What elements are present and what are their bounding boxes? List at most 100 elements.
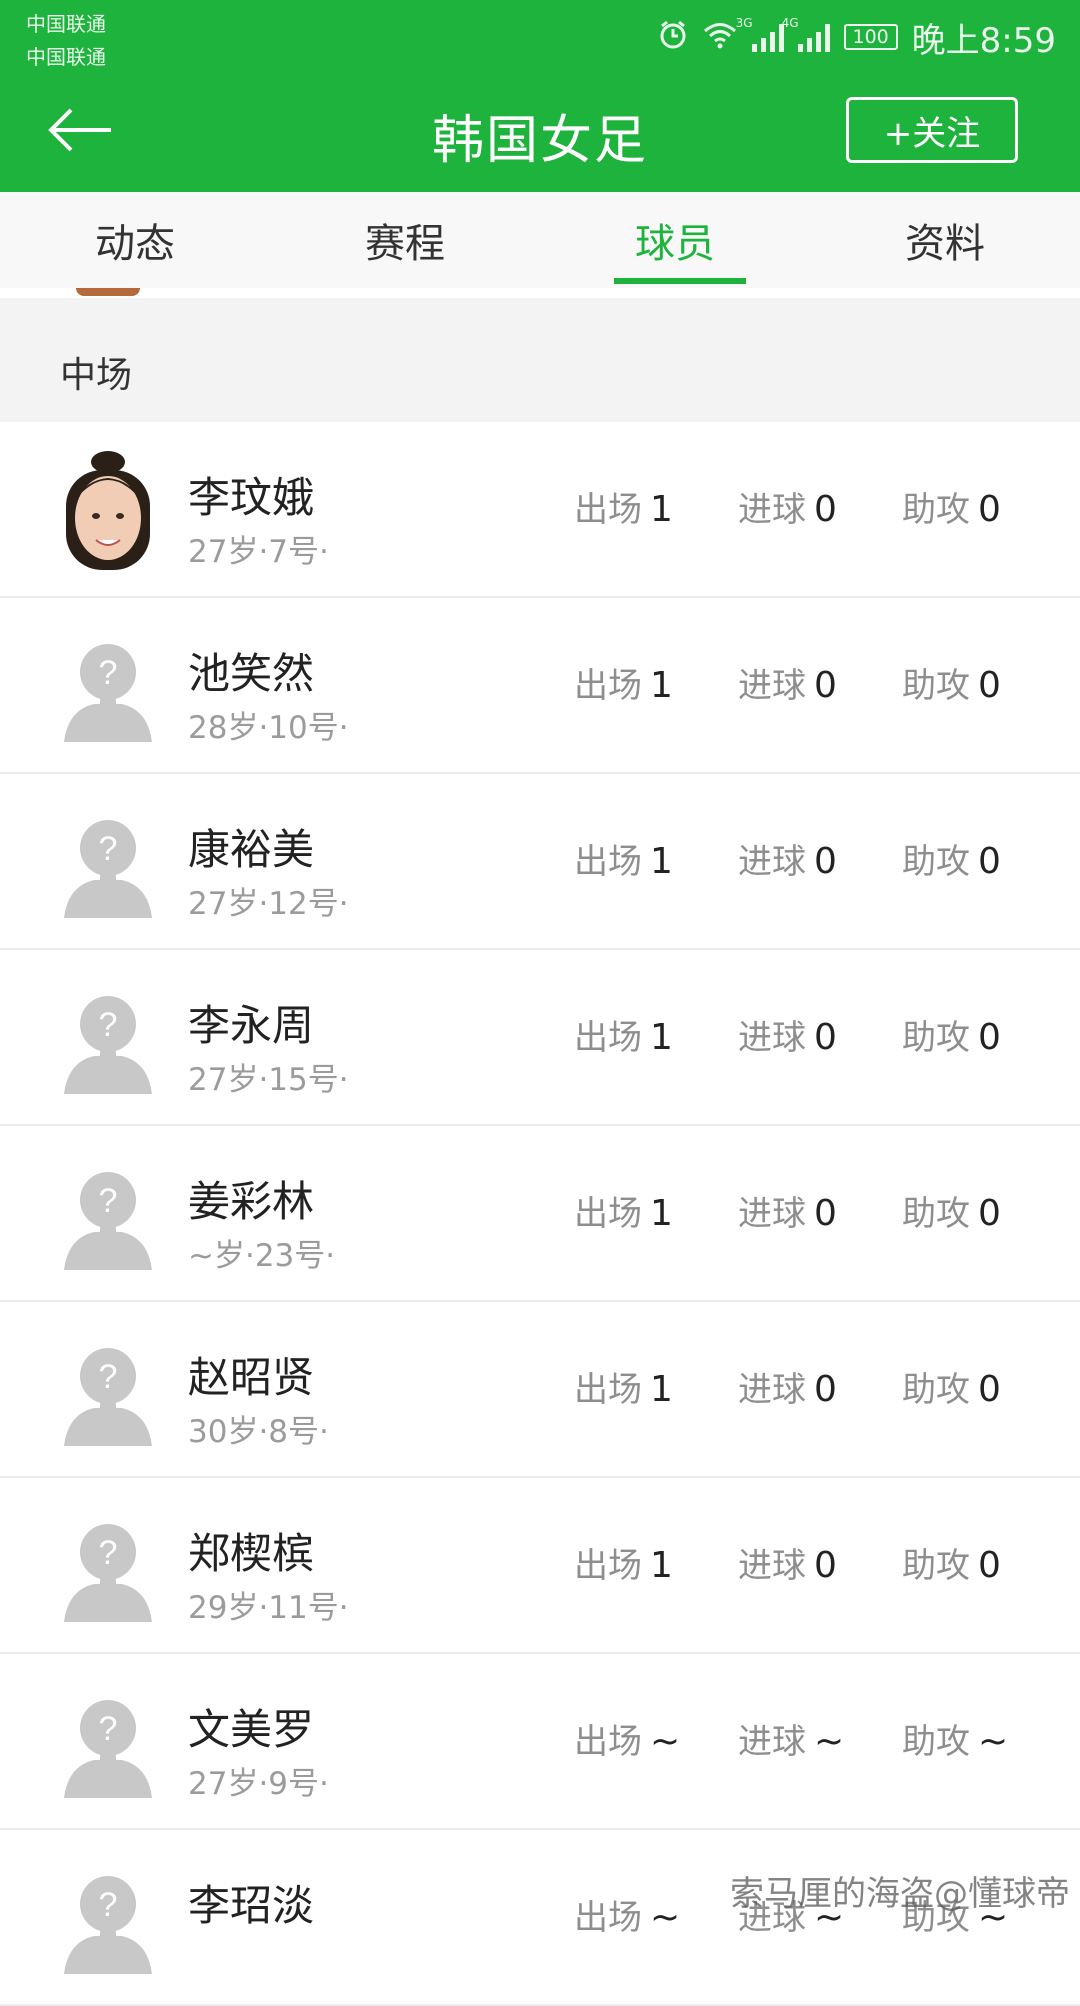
stat-label: 出场 — [574, 1546, 642, 1586]
stat-value: 1 — [650, 841, 673, 882]
player-row[interactable]: ? 李玿淡 出场 ~ 进球 ~ 助攻 ~ — [0, 1830, 1080, 2006]
stat-label: 出场 — [574, 490, 642, 530]
player-meta: 28岁·10号· — [188, 710, 349, 746]
stat-label: 出场 — [574, 1898, 642, 1938]
stat-label: 助攻 — [902, 1546, 970, 1586]
avatar-peek — [76, 288, 140, 296]
stat-value: ~ — [650, 1897, 681, 1938]
player-name: 李玿淡 — [188, 1881, 315, 1930]
stat-assists: 助攻 0 — [902, 1010, 1001, 1059]
stat-label: 进球 — [738, 1194, 806, 1234]
stat-value: 0 — [814, 841, 837, 882]
player-row[interactable]: ? 郑楔槟 29岁·11号· 出场 1 进球 0 助攻 0 — [0, 1478, 1080, 1654]
avatar-placeholder-icon: ? — [60, 618, 156, 754]
stat-label: 出场 — [574, 842, 642, 882]
app-header: 中国联通 中国联通 3G 4G 100 晚上8:59 韩国女足 +关注 — [0, 0, 1080, 192]
stat-value: ~ — [978, 1721, 1009, 1762]
battery-level: 100 — [852, 26, 889, 48]
stat-label: 进球 — [738, 490, 806, 530]
stat-goals: 进球 0 — [738, 658, 837, 707]
player-meta: 27岁·12号· — [188, 886, 349, 922]
section-spacer — [0, 298, 1080, 322]
stat-value: 1 — [650, 1193, 673, 1234]
stat-value: 0 — [814, 1369, 837, 1410]
stat-value: 1 — [650, 665, 673, 706]
stat-assists: 助攻 0 — [902, 1186, 1001, 1235]
stat-value: 1 — [650, 1545, 673, 1586]
stat-label: 进球 — [738, 1370, 806, 1410]
stat-goals: 进球 0 — [738, 834, 837, 883]
stat-appearances: 出场 ~ — [574, 1890, 680, 1939]
follow-button[interactable]: +关注 — [846, 97, 1018, 163]
stat-label: 出场 — [574, 1018, 642, 1058]
stat-goals: 进球 0 — [738, 1186, 837, 1235]
stat-assists: 助攻 0 — [902, 834, 1001, 883]
stat-label: 进球 — [738, 1018, 806, 1058]
player-meta: 27岁·15号· — [188, 1062, 349, 1098]
player-row[interactable]: ? 文美罗 27岁·9号· 出场 ~ 进球 ~ 助攻 ~ — [0, 1654, 1080, 1830]
svg-text:?: ? — [99, 1006, 118, 1044]
stat-label: 出场 — [574, 1370, 642, 1410]
stat-appearances: 出场 ~ — [574, 1714, 680, 1763]
tab-bar: 动态 赛程 球员 资料 — [0, 192, 1080, 288]
previous-row-peek — [0, 288, 1080, 298]
stat-value: 0 — [978, 1369, 1001, 1410]
player-name: 池笑然 — [188, 649, 315, 698]
player-row[interactable]: ? 康裕美 27岁·12号· 出场 1 进球 0 助攻 0 — [0, 774, 1080, 950]
stat-appearances: 出场 1 — [574, 1010, 673, 1059]
stat-goals: 进球 0 — [738, 1538, 837, 1587]
section-header-midfield: 中场 — [0, 322, 1080, 422]
player-name: 赵昭贤 — [188, 1353, 315, 1402]
stat-value: 0 — [814, 1017, 837, 1058]
player-row[interactable]: ? 赵昭贤 30岁·8号· 出场 1 进球 0 助攻 0 — [0, 1302, 1080, 1478]
stat-label: 出场 — [574, 1194, 642, 1234]
tab-schedule[interactable]: 赛程 — [270, 192, 540, 288]
player-meta: 27岁·7号· — [188, 534, 329, 570]
avatar-placeholder-icon: ? — [60, 970, 156, 1106]
player-name: 李玟娥 — [188, 473, 315, 522]
stat-goals: 进球 ~ — [738, 1714, 844, 1763]
stat-value: 0 — [978, 841, 1001, 882]
stat-assists: 助攻 0 — [902, 658, 1001, 707]
stat-label: 进球 — [738, 666, 806, 706]
stat-appearances: 出场 1 — [574, 658, 673, 707]
player-row[interactable]: ? 池笑然 28岁·10号· 出场 1 进球 0 助攻 0 — [0, 598, 1080, 774]
stat-label: 进球 — [738, 842, 806, 882]
stat-label: 助攻 — [902, 1370, 970, 1410]
signal-4g-icon: 4G — [782, 16, 830, 52]
stat-label: 助攻 — [902, 490, 970, 530]
stat-assists: 助攻 0 — [902, 1362, 1001, 1411]
stat-value: 0 — [814, 1545, 837, 1586]
carrier-label-2: 中国联通 — [26, 45, 106, 69]
tab-players[interactable]: 球员 — [540, 192, 810, 288]
stat-label: 助攻 — [902, 1018, 970, 1058]
tab-info[interactable]: 资料 — [810, 192, 1080, 288]
alarm-icon — [658, 20, 688, 54]
stat-value: 0 — [978, 665, 1001, 706]
network-4g-label: 4G — [781, 16, 799, 30]
tab-news[interactable]: 动态 — [0, 192, 270, 288]
svg-text:?: ? — [99, 1534, 118, 1572]
stat-value: 0 — [978, 1193, 1001, 1234]
stat-value: 0 — [978, 489, 1001, 530]
stat-value: 1 — [650, 1369, 673, 1410]
stat-appearances: 出场 1 — [574, 834, 673, 883]
svg-text:?: ? — [99, 1886, 118, 1924]
player-list: 李玟娥 27岁·7号· 出场 1 进球 0 助攻 0? 池笑然 28岁·10号· 出场 1 进球 0 助攻 0… — [0, 422, 1080, 2006]
player-meta: 29岁·11号· — [188, 1590, 349, 1626]
stat-label: 助攻 — [902, 1194, 970, 1234]
stat-appearances: 出场 1 — [574, 1538, 673, 1587]
stat-label: 进球 — [738, 1722, 806, 1762]
stat-appearances: 出场 1 — [574, 1362, 673, 1411]
avatar-placeholder-icon: ? — [60, 1498, 156, 1634]
stat-value: 0 — [978, 1545, 1001, 1586]
player-row[interactable]: 李玟娥 27岁·7号· 出场 1 进球 0 助攻 0 — [0, 422, 1080, 598]
player-row[interactable]: ? 李永周 27岁·15号· 出场 1 进球 0 助攻 0 — [0, 950, 1080, 1126]
svg-text:?: ? — [99, 830, 118, 868]
svg-text:?: ? — [99, 1182, 118, 1220]
stat-label: 进球 — [738, 1546, 806, 1586]
stat-label: 助攻 — [902, 1722, 970, 1762]
player-row[interactable]: ? 姜彩林 ~岁·23号· 出场 1 进球 0 助攻 0 — [0, 1126, 1080, 1302]
signal-3g-icon: 3G — [736, 16, 784, 52]
battery-icon: 100 — [843, 24, 898, 50]
